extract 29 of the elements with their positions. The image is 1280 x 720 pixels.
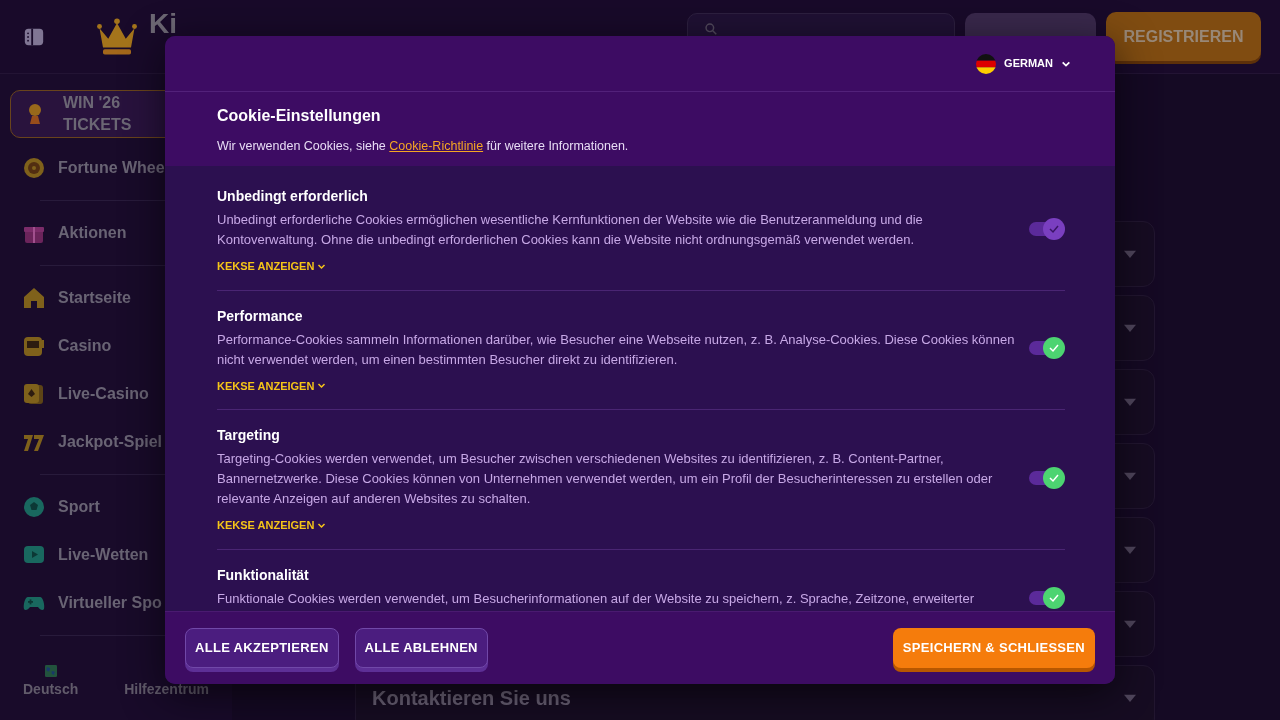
logo-text: Ki xyxy=(149,9,177,38)
german-flag-icon xyxy=(976,53,997,74)
toggle-switch[interactable] xyxy=(1029,465,1065,490)
category-title: Unbedingt erforderlich xyxy=(217,187,369,206)
playing-card-icon xyxy=(22,382,46,406)
show-cookies-link[interactable]: KEKSE ANZEIGEN xyxy=(217,377,327,394)
toggle-switch[interactable] xyxy=(1029,585,1065,610)
globe-icon xyxy=(42,663,59,679)
category-description: Funktionale Cookies werden verwendet, um Besucherinformationen auf der Website zu speichern, z. Sprache, Zeitzone, erweiterter xyxy=(217,590,976,608)
wheel-icon xyxy=(22,156,46,180)
toggle-switch[interactable] xyxy=(1029,336,1065,360)
search-icon xyxy=(704,22,718,36)
house-icon xyxy=(22,286,46,310)
check-icon xyxy=(1048,342,1060,354)
soccer-ball-icon xyxy=(22,495,46,519)
category-title: Funktionalität xyxy=(217,565,310,585)
policy-link[interactable]: Cookie-Richtlinie xyxy=(389,139,484,153)
category-description: Performance-Cookies sammeln Informationen darüber, wie Besucher eine Webseite nutzen, z. B. Analyse-Cookies. Diese Cookies können nicht verwendet werden, um einen bestimmten Besucher direkt zu identifizieren. xyxy=(217,330,1016,369)
category-description: Targeting-Cookies werden verwendet, um Besucher zwischen verschiedenen Websites zu identifizieren, z. B. Content-Partner, Bannernetzwerke. Diese Cookies können von Unternehmen verwendet werden, um ein Profil der Besucherinteressen zu erstellen oder relevante Anzeigen auf anderen Websites zu schalten. xyxy=(217,450,994,508)
footer-link[interactable]: Deutsch xyxy=(23,663,79,700)
slot-machine-icon xyxy=(22,334,46,358)
chevron-icon xyxy=(317,381,327,391)
category-title: Performance xyxy=(217,306,304,326)
intro-text: Wir verwenden Cookies, siehe Cookie-Richtlinie für weitere Informationen. xyxy=(217,138,630,155)
category-description: Unbedingt erforderliche Cookies ermöglichen wesentliche Kernfunktionen der Website wie die Benutzeranmeldung und die Kontoverwaltung. Ohne die unbedingt erforderlichen Cookies kann die Website nicht ordnungsgemäß verwendet werden. xyxy=(217,211,924,249)
show-cookies-link[interactable]: KEKSE ANZEIGEN xyxy=(217,517,327,534)
register-button[interactable]: REGISTRIEREN xyxy=(1106,12,1261,61)
category-title: Targeting xyxy=(217,426,281,445)
language-selector[interactable]: GERMAN xyxy=(970,52,1077,75)
